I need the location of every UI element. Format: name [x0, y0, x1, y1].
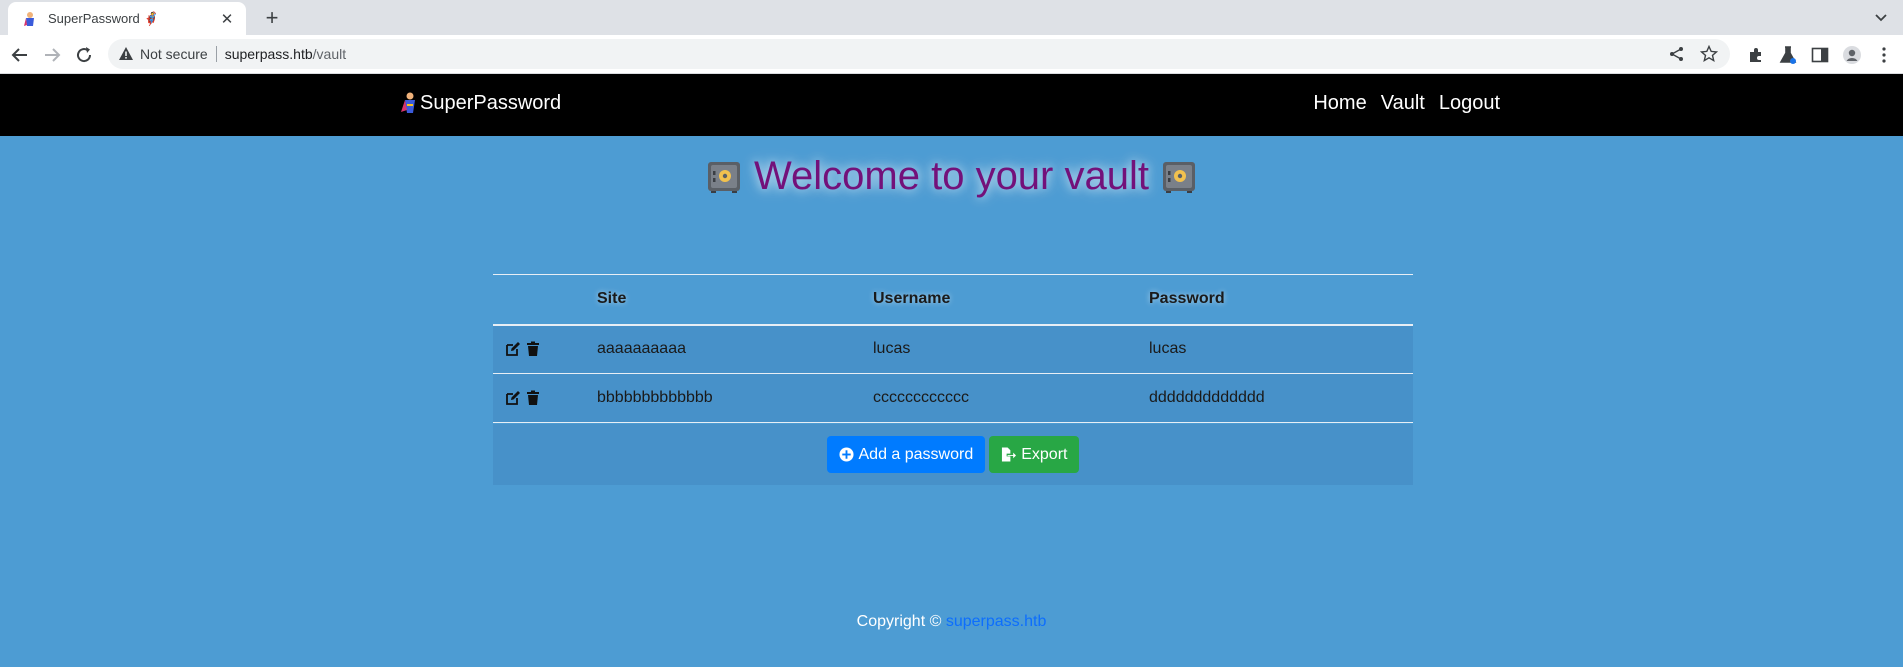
export-button[interactable]: Export	[989, 436, 1080, 473]
forward-arrow-icon[interactable]	[40, 43, 64, 67]
table-header-row: Site Username Password	[493, 274, 1413, 326]
safe-icon	[708, 161, 740, 193]
tab-title: SuperPassword 🦸	[48, 10, 160, 26]
copyright-text: Copyright ©	[856, 613, 942, 630]
superhero-favicon-icon	[24, 11, 34, 26]
cell-site: bbbbbbbbbbbbb	[585, 373, 861, 423]
edit-icon[interactable]	[505, 390, 521, 406]
site-navbar: SuperPassword Home Vault Logout	[0, 74, 1903, 136]
tab-close-icon[interactable]: ✕	[218, 10, 236, 28]
column-header-actions	[493, 274, 585, 326]
bookmark-star-icon[interactable]	[1700, 45, 1718, 63]
cell-username: cccccccccccc	[861, 373, 1137, 423]
reload-icon[interactable]	[72, 43, 96, 67]
add-password-button[interactable]: Add a password	[826, 436, 986, 473]
vault-table: Site Username Password aaaaaaaaaa lucas …	[493, 274, 1413, 423]
superhero-icon	[401, 92, 415, 113]
brand-link[interactable]: SuperPassword	[400, 91, 561, 115]
profile-avatar-icon[interactable]	[1842, 45, 1862, 65]
table-row: aaaaaaaaaa lucas lucas	[493, 324, 1413, 374]
cell-site: aaaaaaaaaa	[585, 324, 861, 374]
warning-triangle-icon	[119, 47, 133, 60]
browser-tabstrip: SuperPassword 🦸 ✕ +	[0, 0, 1903, 35]
column-header-password: Password	[1137, 274, 1413, 326]
cell-username: lucas	[861, 324, 1137, 374]
brand-name: SuperPassword	[420, 91, 562, 114]
trash-icon[interactable]	[525, 390, 541, 406]
address-bar[interactable]: Not secure superpass.htb/vault	[108, 39, 1730, 69]
column-header-site: Site	[585, 274, 861, 326]
nav-home-link[interactable]: Home	[1313, 92, 1366, 115]
column-header-username: Username	[861, 274, 1137, 326]
cell-password: ddddddddddddd	[1137, 373, 1413, 423]
export-label: Export	[1021, 445, 1068, 463]
side-panel-icon[interactable]	[1810, 45, 1830, 65]
table-row: bbbbbbbbbbbbb cccccccccccc ddddddddddddd	[493, 373, 1413, 423]
security-label[interactable]: Not secure	[140, 46, 208, 62]
row-actions	[493, 373, 585, 423]
cell-password: lucas	[1137, 324, 1413, 374]
back-arrow-icon[interactable]	[8, 43, 32, 67]
url-path: /vault	[312, 46, 347, 62]
new-tab-icon[interactable]: +	[258, 4, 286, 32]
browser-menu-kebab-icon[interactable]	[1874, 45, 1894, 65]
tab-search-chevron-icon[interactable]	[1871, 7, 1891, 27]
footer-link[interactable]: superpass.htb	[946, 613, 1047, 630]
page-header: Welcome to your vault	[0, 154, 1903, 200]
nav-links: Home Vault Logout	[1313, 92, 1500, 115]
browser-tab[interactable]: SuperPassword 🦸 ✕	[8, 2, 246, 35]
add-password-label: Add a password	[858, 445, 974, 463]
row-actions	[493, 324, 585, 374]
labs-flask-icon[interactable]	[1778, 45, 1798, 65]
browser-toolbar: Not secure superpass.htb/vault	[0, 35, 1903, 74]
file-export-icon	[1002, 447, 1017, 462]
edit-icon[interactable]	[505, 341, 521, 357]
share-icon[interactable]	[1668, 45, 1686, 63]
plus-circle-icon	[838, 447, 854, 462]
omnibox-separator	[215, 46, 217, 62]
url-host: superpass.htb	[224, 46, 313, 62]
nav-logout-link[interactable]: Logout	[1439, 92, 1500, 115]
trash-icon[interactable]	[525, 341, 541, 357]
page-title: Welcome to your vault	[754, 154, 1149, 198]
extensions-puzzle-icon[interactable]	[1746, 45, 1766, 65]
footer: Copyright © superpass.htb	[0, 613, 1903, 631]
nav-vault-link[interactable]: Vault	[1381, 92, 1425, 115]
table-actions: Add a password Export	[493, 424, 1413, 485]
safe-icon	[1162, 161, 1195, 193]
